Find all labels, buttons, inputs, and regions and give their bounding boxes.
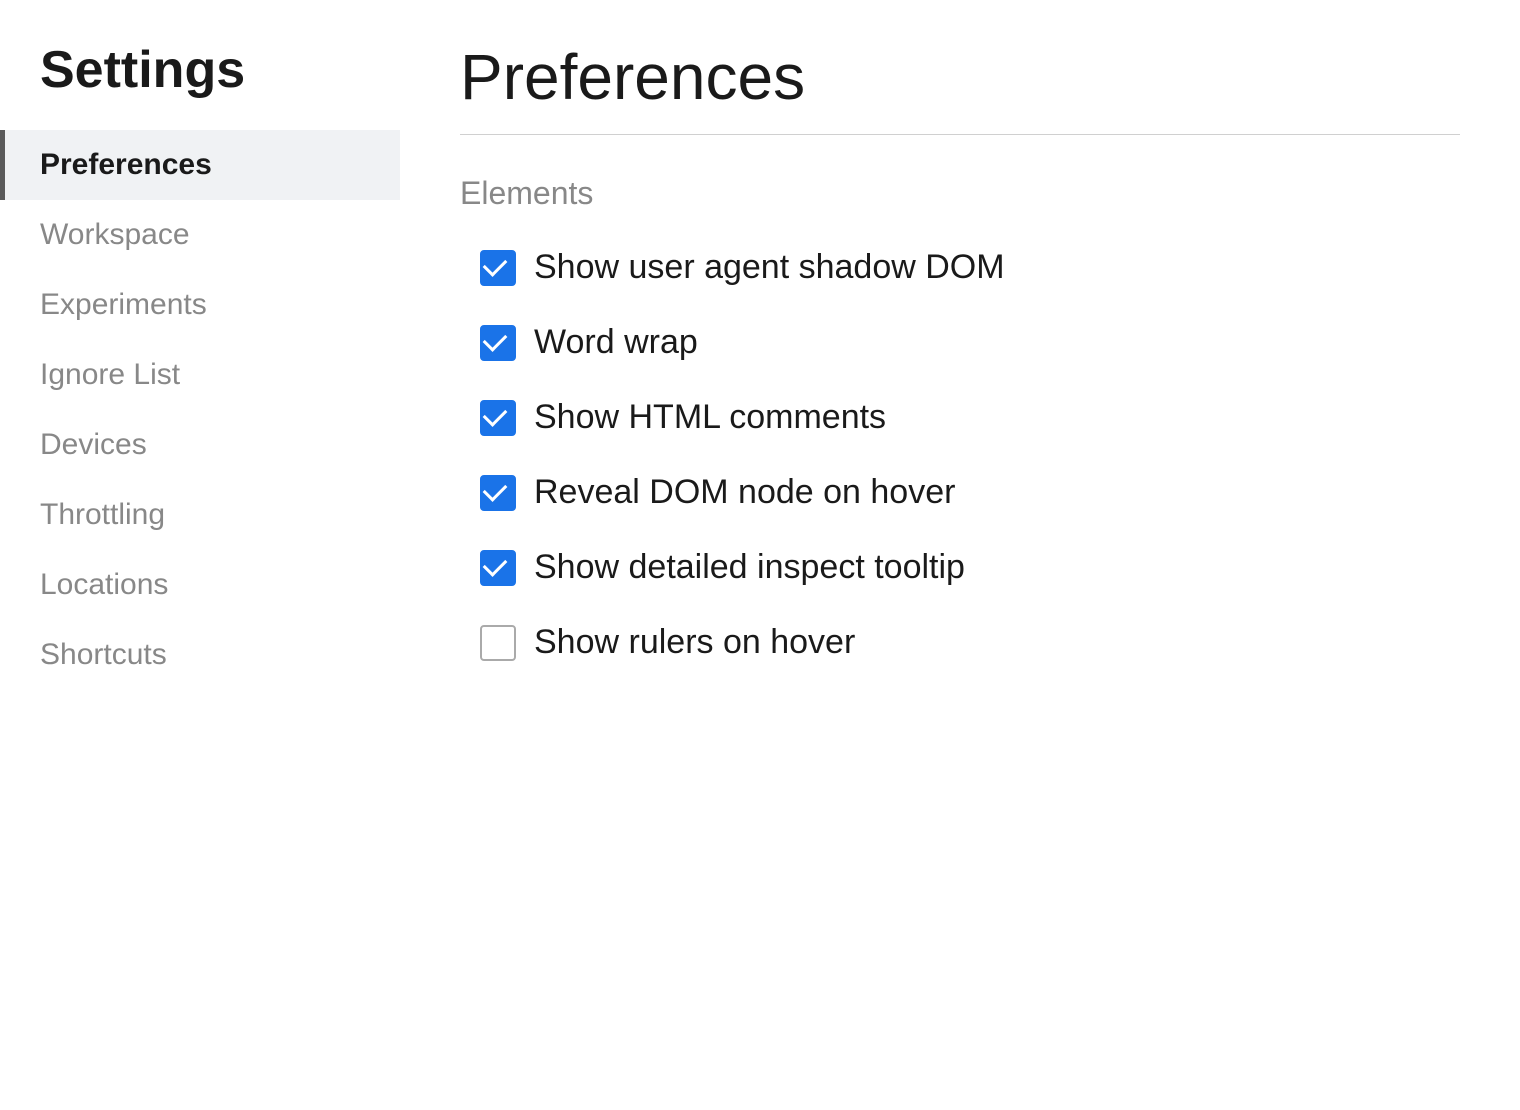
checkbox-item-show-detailed-inspect-tooltip: Show detailed inspect tooltip <box>480 548 1460 587</box>
checkbox-label-show-rulers-on-hover[interactable]: Show rulers on hover <box>534 623 855 662</box>
sidebar-item-experiments[interactable]: Experiments <box>0 270 400 340</box>
checkbox-word-wrap[interactable] <box>480 325 516 361</box>
checkbox-wrapper-reveal-dom-node-on-hover <box>480 475 516 511</box>
sidebar-item-shortcuts[interactable]: Shortcuts <box>0 620 400 690</box>
sidebar-item-preferences[interactable]: Preferences <box>0 130 400 200</box>
checkbox-reveal-dom-node-on-hover[interactable] <box>480 475 516 511</box>
checkbox-item-show-rulers-on-hover: Show rulers on hover <box>480 623 1460 662</box>
checkbox-item-show-html-comments: Show HTML comments <box>480 398 1460 437</box>
sidebar-nav: PreferencesWorkspaceExperimentsIgnore Li… <box>0 130 400 690</box>
checkbox-label-word-wrap[interactable]: Word wrap <box>534 323 698 362</box>
page-title: Preferences <box>460 40 1460 114</box>
checkbox-wrapper-show-rulers-on-hover <box>480 625 516 661</box>
checkbox-show-html-comments[interactable] <box>480 400 516 436</box>
checkbox-list: Show user agent shadow DOM Word wrap Show … <box>460 248 1460 662</box>
checkbox-wrapper-word-wrap <box>480 325 516 361</box>
main-content: Preferences Elements Show user agent shad… <box>400 0 1520 1110</box>
checkbox-item-word-wrap: Word wrap <box>480 323 1460 362</box>
checkbox-wrapper-show-html-comments <box>480 400 516 436</box>
checkbox-show-detailed-inspect-tooltip[interactable] <box>480 550 516 586</box>
checkbox-label-show-html-comments[interactable]: Show HTML comments <box>534 398 886 437</box>
checkbox-show-rulers-on-hover[interactable] <box>480 625 516 661</box>
sections-container: Elements Show user agent shadow DOM Word w… <box>460 175 1460 662</box>
section-elements: Elements Show user agent shadow DOM Word w… <box>460 175 1460 662</box>
checkbox-wrapper-show-detailed-inspect-tooltip <box>480 550 516 586</box>
checkbox-item-reveal-dom-node-on-hover: Reveal DOM node on hover <box>480 473 1460 512</box>
section-title-elements: Elements <box>460 175 1460 212</box>
sidebar-item-devices[interactable]: Devices <box>0 410 400 480</box>
checkbox-label-reveal-dom-node-on-hover[interactable]: Reveal DOM node on hover <box>534 473 955 512</box>
sidebar: Settings PreferencesWorkspaceExperiments… <box>0 0 400 1110</box>
checkbox-wrapper-show-user-agent-shadow-dom <box>480 250 516 286</box>
sidebar-item-throttling[interactable]: Throttling <box>0 480 400 550</box>
sidebar-item-locations[interactable]: Locations <box>0 550 400 620</box>
checkbox-label-show-user-agent-shadow-dom[interactable]: Show user agent shadow DOM <box>534 248 1005 287</box>
sidebar-item-workspace[interactable]: Workspace <box>0 200 400 270</box>
sidebar-title: Settings <box>0 40 400 130</box>
checkbox-label-show-detailed-inspect-tooltip[interactable]: Show detailed inspect tooltip <box>534 548 965 587</box>
checkbox-show-user-agent-shadow-dom[interactable] <box>480 250 516 286</box>
checkbox-item-show-user-agent-shadow-dom: Show user agent shadow DOM <box>480 248 1460 287</box>
divider <box>460 134 1460 135</box>
sidebar-item-ignore-list[interactable]: Ignore List <box>0 340 400 410</box>
